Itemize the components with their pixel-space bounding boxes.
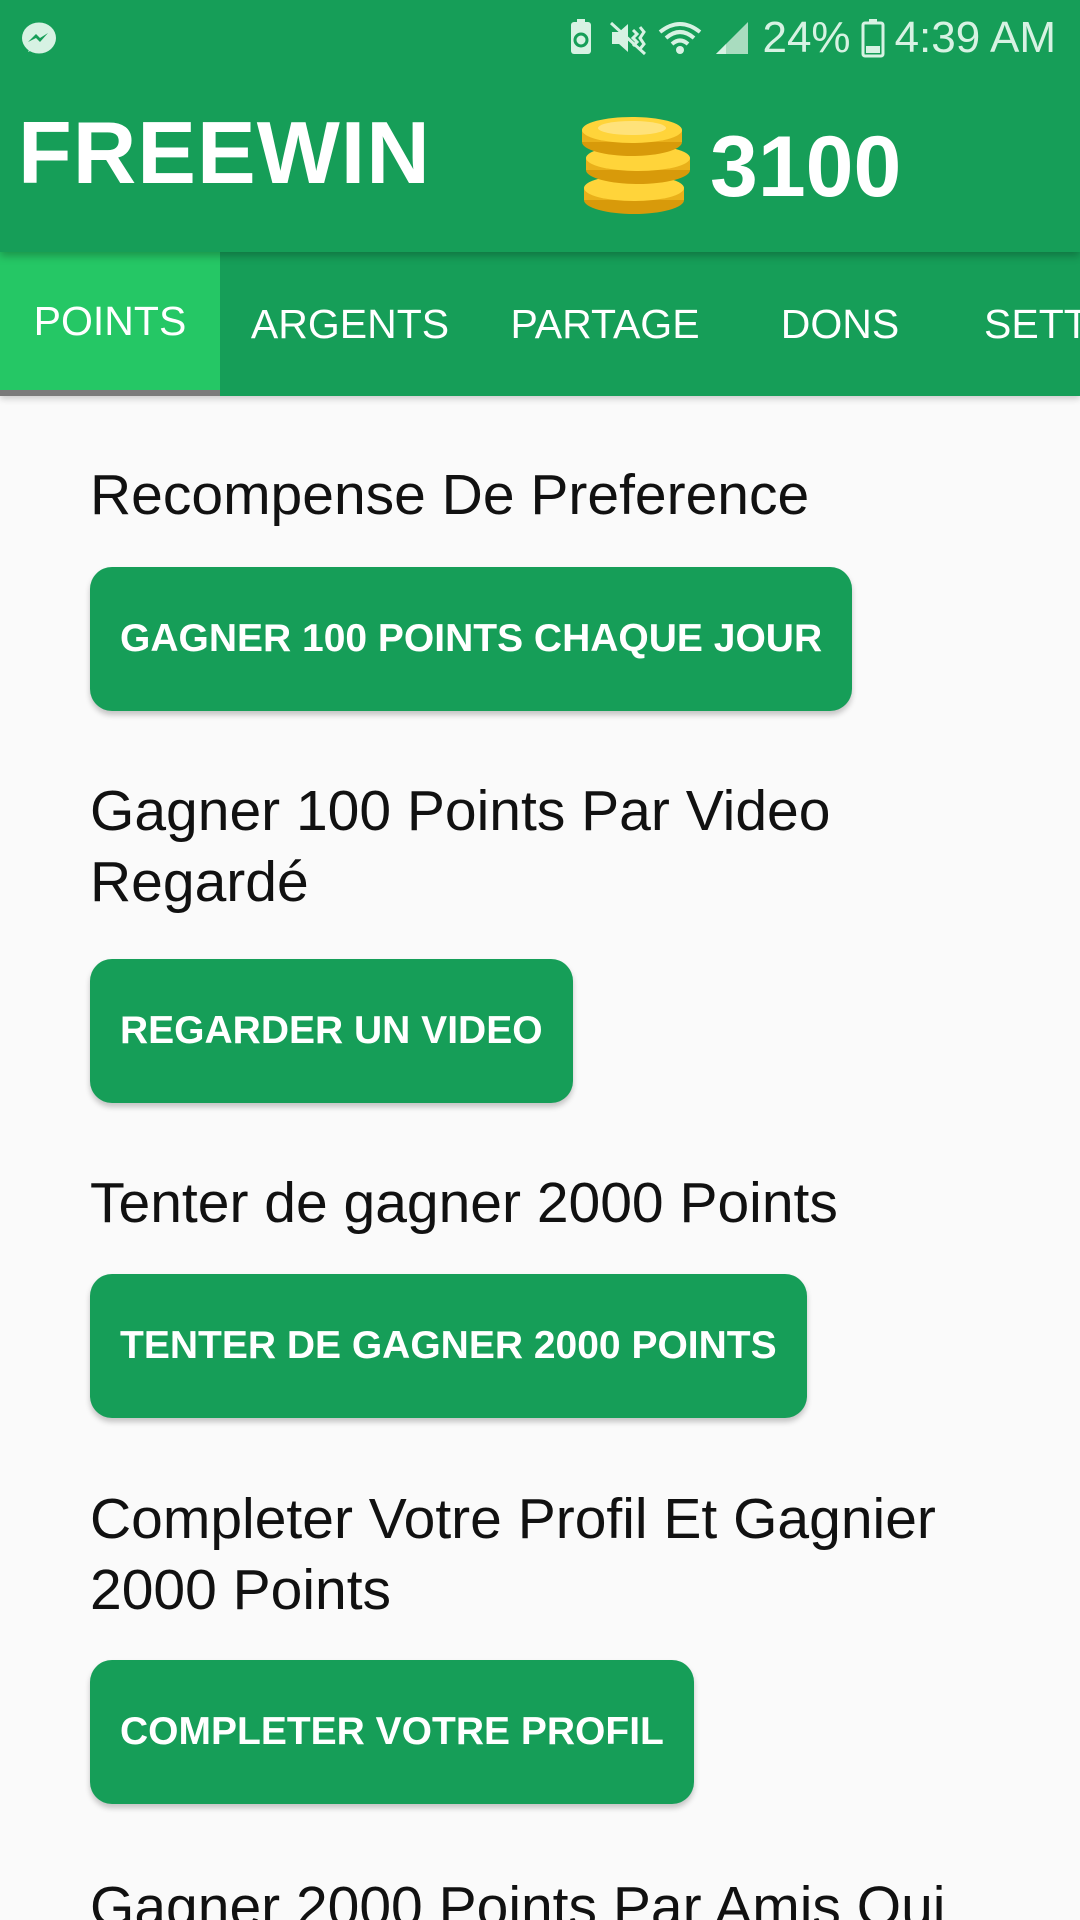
points-balance: 3100 [710, 119, 902, 215]
status-icons: 24% 4:39 AM [564, 12, 1056, 64]
coins-icon [582, 117, 690, 214]
wifi-icon [659, 22, 702, 54]
points-content: Recompense De Preference GAGNER 100 POIN… [0, 396, 1080, 1920]
daily-points-button[interactable]: GAGNER 100 POINTS CHAQUE JOUR [90, 567, 853, 711]
tab-bar: POINTS ARGENTS PARTAGE DONS SETT [0, 252, 1080, 396]
section-title-video: Gagner 100 Points Par Video Regardé [90, 779, 831, 914]
app-bar: 24% 4:39 AM FREEWIN 3100 [0, 0, 1080, 252]
battery-saver-icon [571, 19, 592, 54]
try-win-button[interactable]: TENTER DE GAGNER 2000 POINTS [90, 1274, 807, 1418]
signal-icon [716, 22, 749, 54]
tab-points[interactable]: POINTS [0, 252, 220, 396]
section-title-try-win: Tenter de gagner 2000 Points [90, 1171, 838, 1235]
messenger-icon [22, 22, 56, 54]
tab-dons[interactable]: DONS [730, 252, 950, 396]
mute-vibrate-icon [610, 21, 647, 56]
status-bar: 24% 4:39 AM [0, 0, 1080, 76]
watch-video-button[interactable]: REGARDER UN VIDEO [90, 959, 573, 1103]
complete-profile-button[interactable]: COMPLETER VOTRE PROFIL [90, 1660, 694, 1804]
clock-time: 4:39 AM [894, 13, 1056, 62]
section-title-daily-reward: Recompense De Preference [90, 463, 810, 527]
battery-percent: 24% [762, 13, 851, 62]
tab-partage[interactable]: PARTAGE [480, 252, 730, 396]
tab-argents[interactable]: ARGENTS [220, 252, 480, 396]
section-title-referral: Gagner 2000 Points Par Amis Qui [90, 1875, 946, 1920]
battery-icon [861, 19, 885, 58]
app-title: FREEWIN [18, 103, 431, 202]
section-title-profile: Completer Votre Profil Et Gagnier 2000 P… [90, 1487, 936, 1622]
tab-settings[interactable]: SETT [950, 252, 1080, 396]
